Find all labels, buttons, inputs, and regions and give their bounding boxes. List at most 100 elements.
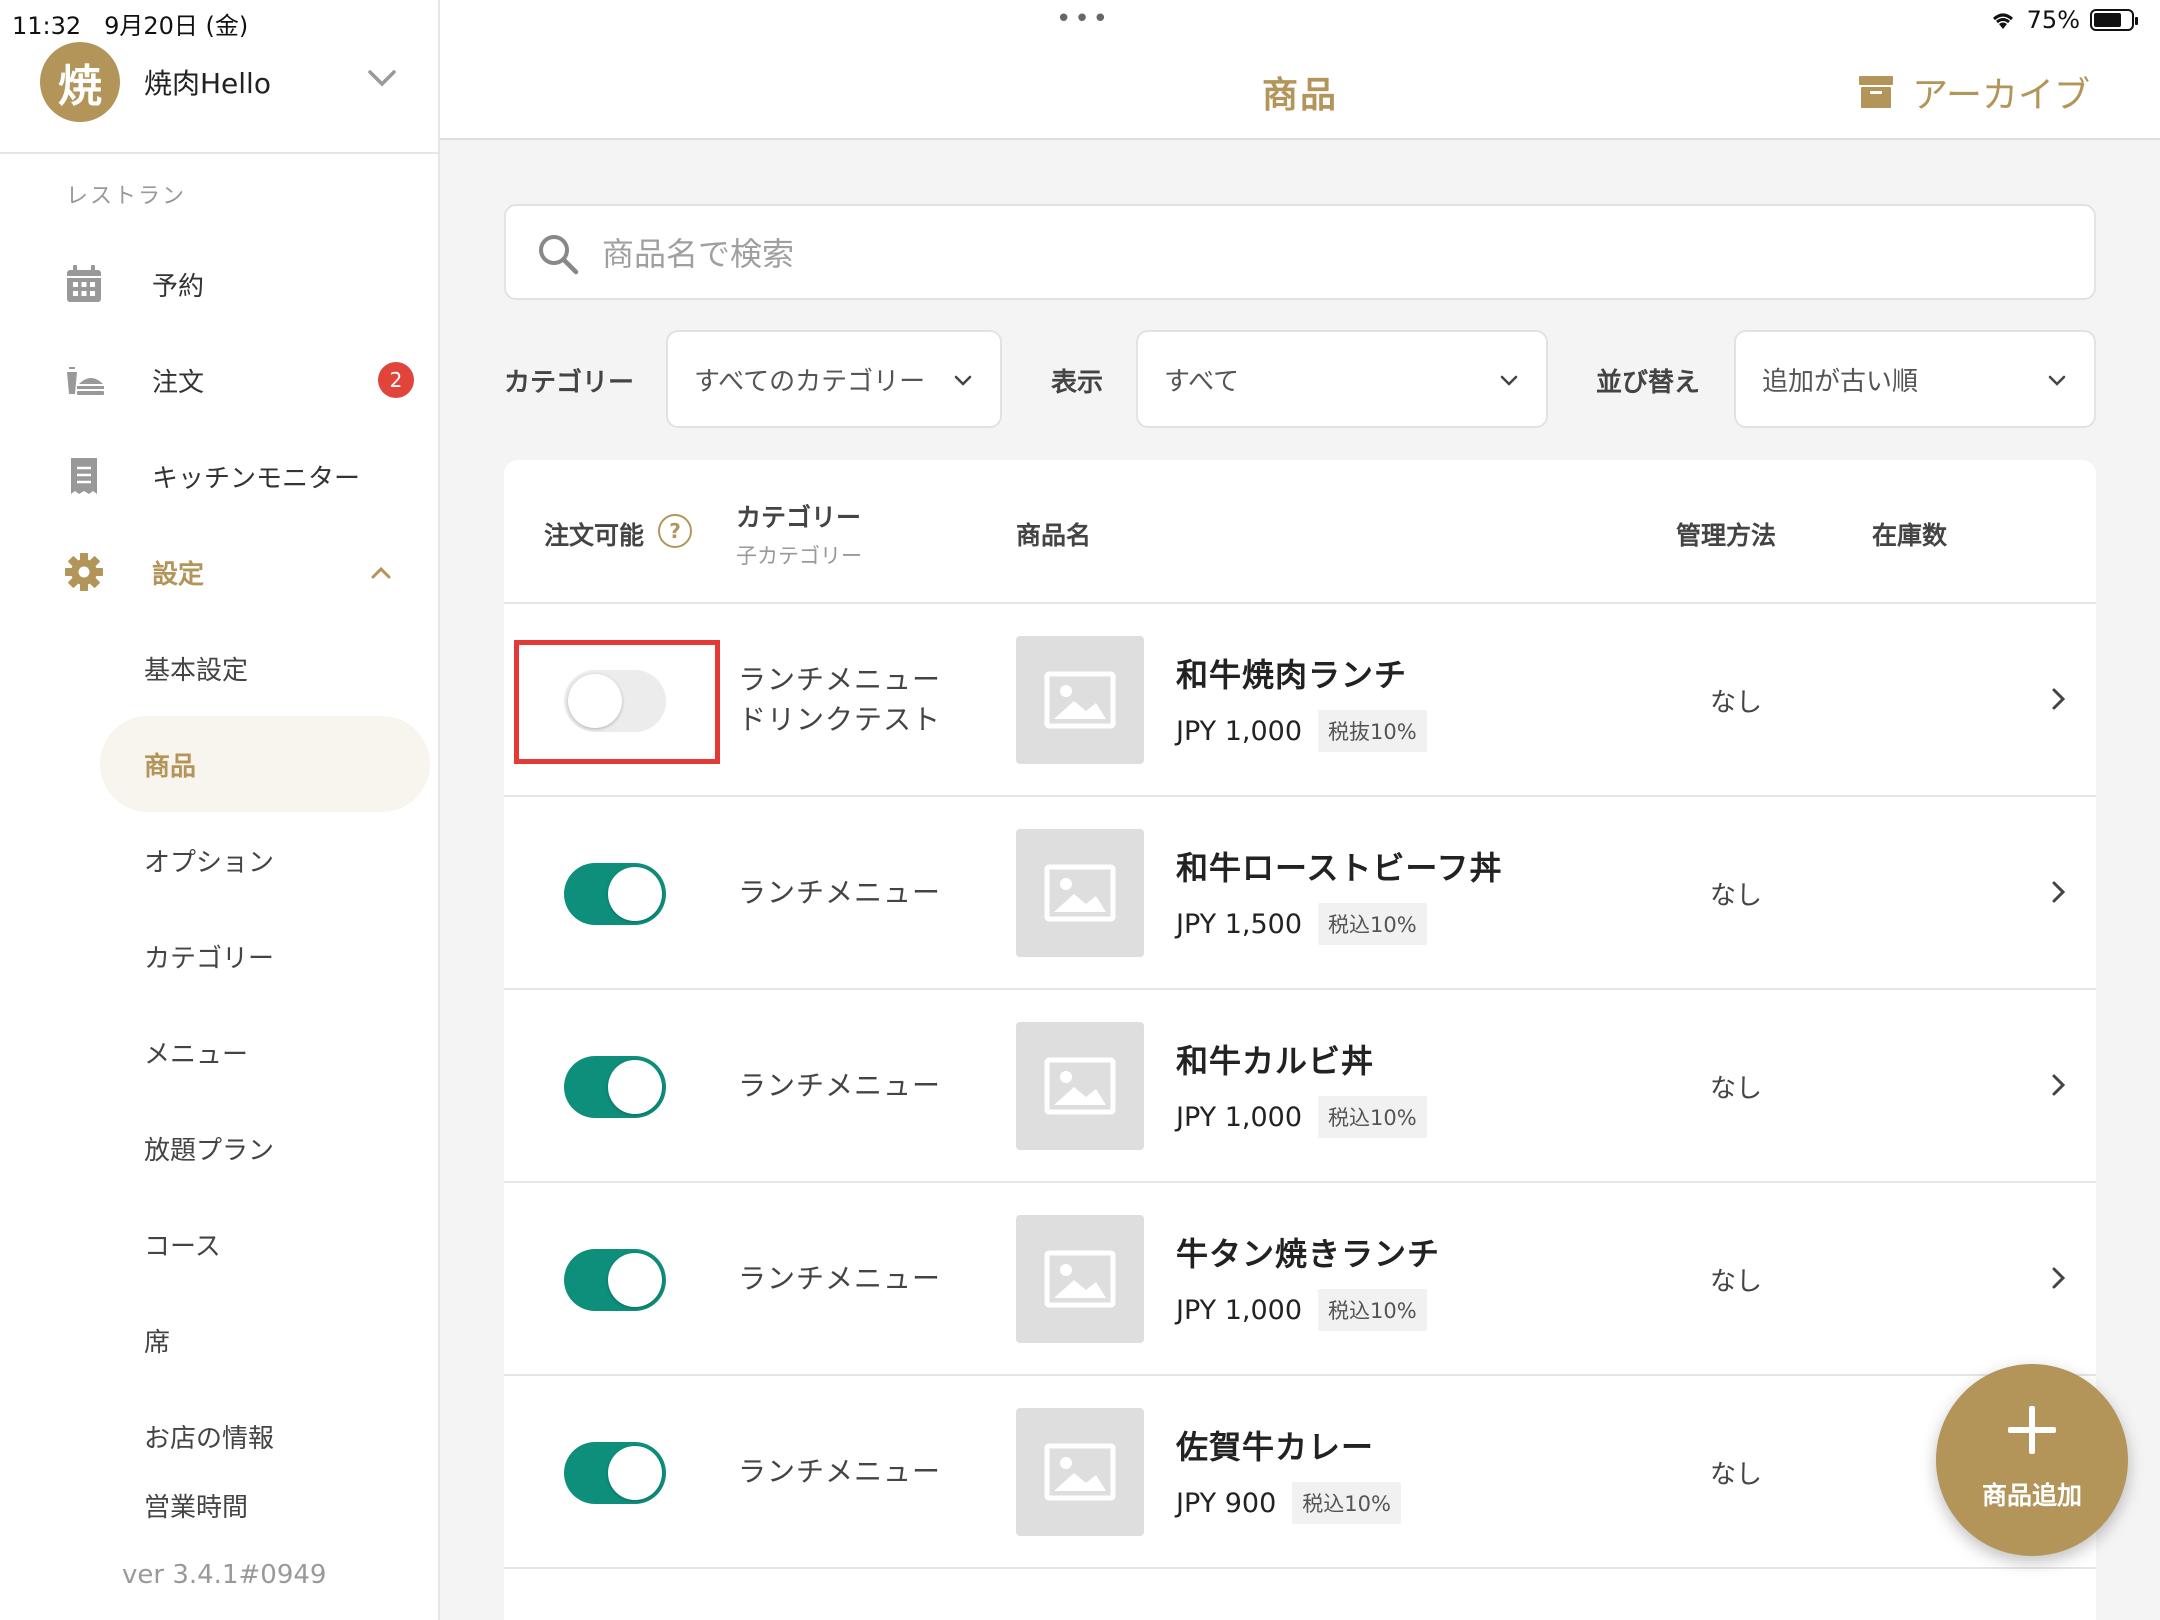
chevron-down-icon[interactable] <box>364 60 400 96</box>
product-name: 和牛ローストビーフ丼 <box>1176 849 1503 887</box>
search-bar <box>504 204 2096 300</box>
header-category: カテゴリー <box>736 503 862 532</box>
sidebar-item-kitchen-monitor[interactable]: キッチンモニター <box>0 436 440 516</box>
calendar-icon <box>62 262 106 306</box>
product-price: JPY 1,000 税抜10% <box>1176 710 1427 752</box>
chevron-right-icon[interactable] <box>2044 1070 2074 1100</box>
sidebar-item-label: 設定 <box>152 559 205 590</box>
display-select-value: すべて <box>1164 366 1240 397</box>
management-method: なし <box>1710 1267 1763 1297</box>
image-icon <box>1044 1443 1116 1501</box>
section-label: レストラン <box>66 184 187 209</box>
category-select-value: すべてのカテゴリー <box>694 366 926 397</box>
header-stock: 在庫数 <box>1872 521 1948 550</box>
row-category-name: ランチメニュー <box>738 1069 942 1102</box>
sidebar-subitem-all-you-can-plans[interactable]: 放題プラン <box>100 1100 430 1196</box>
image-icon <box>1044 1057 1116 1115</box>
sidebar-item-reservations[interactable]: 予約 <box>0 244 440 324</box>
battery-icon <box>2090 9 2138 31</box>
search-input[interactable] <box>602 226 2062 282</box>
sidebar-subitem-store-info[interactable]: お店の情報 <box>100 1388 430 1484</box>
row-category-name: ランチメニュー <box>738 876 942 909</box>
order-icon <box>62 358 106 402</box>
sidebar-item-label: 注文 <box>152 367 205 398</box>
category-filter-label: カテゴリー <box>504 368 635 398</box>
highlight-box <box>514 640 720 764</box>
sort-filter-label: 並び替え <box>1596 368 1701 398</box>
battery-percent: 75% <box>2026 6 2080 34</box>
avatar: 焼 <box>40 42 120 122</box>
tax-badge: 税込10% <box>1292 1482 1401 1524</box>
header-available: 注文可能 <box>544 521 645 550</box>
header-product-name: 商品名 <box>1016 521 1092 550</box>
sidebar-subitem-seats[interactable]: 席 <box>100 1292 430 1388</box>
sidebar-subitem-categories[interactable]: カテゴリー <box>100 908 430 1004</box>
product-price: JPY 900 税込10% <box>1176 1482 1401 1524</box>
search-icon <box>539 235 579 275</box>
chevron-down-icon <box>954 375 972 386</box>
image-icon <box>1044 864 1116 922</box>
help-icon[interactable]: ? <box>658 514 692 548</box>
table-row[interactable]: ランチメニュー ドリンクテスト 和牛焼肉ランチ JPY 1,000 税抜10% … <box>504 604 2096 797</box>
table-row-partial[interactable] <box>504 1600 2096 1620</box>
product-name: 牛タン焼きランチ <box>1176 1235 1441 1273</box>
tax-badge: 税込10% <box>1318 1096 1427 1138</box>
multitasking-dots-icon[interactable]: ••• <box>1056 4 1111 34</box>
chevron-up-icon[interactable] <box>368 560 394 586</box>
table-row[interactable]: ランチメニュー 和牛ローストビーフ丼 JPY 1,500 税込10% なし <box>504 797 2096 990</box>
row-category: ランチメニュー <box>738 1066 941 1106</box>
account-switcher[interactable]: 焼 焼肉Hello <box>0 40 440 154</box>
sidebar-subitem-products[interactable]: 商品 <box>100 716 430 812</box>
sidebar-subitem-options[interactable]: オプション <box>100 812 430 908</box>
product-price: JPY 1,000 税込10% <box>1176 1096 1427 1138</box>
sort-select[interactable]: 追加が古い順 <box>1734 330 2096 428</box>
sidebar-item-settings[interactable]: 設定 <box>0 532 440 612</box>
plus-icon <box>2008 1406 2056 1454</box>
table-row[interactable]: ランチメニュー 牛タン焼きランチ JPY 1,000 税込10% なし <box>504 1183 2096 1376</box>
display-select[interactable]: すべて <box>1136 330 1548 428</box>
tax-badge: 税込10% <box>1318 1289 1427 1331</box>
category-select[interactable]: すべてのカテゴリー <box>666 330 1002 428</box>
sidebar-subitem-basic-settings[interactable]: 基本設定 <box>100 620 430 716</box>
product-image-placeholder <box>1016 1215 1144 1343</box>
sidebar-item-orders[interactable]: 注文 2 <box>0 340 440 420</box>
row-category: ランチメニュー ドリンクテスト <box>738 660 941 740</box>
status-time-date: 11:32 9月20日 (金) <box>12 12 249 40</box>
sidebar-subitem-courses[interactable]: コース <box>100 1196 430 1292</box>
sort-select-value: 追加が古い順 <box>1762 366 1919 397</box>
chevron-right-icon[interactable] <box>2044 1263 2074 1293</box>
archive-button[interactable]: アーカイブ <box>1858 66 2090 118</box>
table-row[interactable]: ランチメニュー 佐賀牛カレー JPY 900 税込10% なし <box>504 1376 2096 1569</box>
archive-label: アーカイブ <box>1912 75 2090 116</box>
add-product-button[interactable]: 商品追加 <box>1936 1364 2128 1556</box>
price-amount: JPY 1,000 <box>1176 715 1303 747</box>
order-count-badge: 2 <box>378 362 414 398</box>
availability-toggle[interactable] <box>564 1056 666 1118</box>
sidebar-subitem-menus[interactable]: メニュー <box>100 1004 430 1100</box>
row-category: ランチメニュー <box>738 873 941 913</box>
price-amount: JPY 1,000 <box>1176 1101 1303 1133</box>
chevron-right-icon[interactable] <box>2044 684 2074 714</box>
status-bar: 11:32 9月20日 (金) ••• 75% <box>0 0 2160 40</box>
availability-toggle[interactable] <box>564 1442 666 1504</box>
archive-box-icon <box>1859 76 1894 108</box>
chevron-right-icon[interactable] <box>2044 877 2074 907</box>
product-image-placeholder <box>1016 1022 1144 1150</box>
row-subcategory-name: ドリンクテスト <box>738 703 942 736</box>
product-image-placeholder <box>1016 1408 1144 1536</box>
sidebar: 焼 焼肉Hello レストラン 予約 注文 2 キッチンモニター 設定 基本設定… <box>0 0 440 1620</box>
price-amount: JPY 900 <box>1176 1487 1277 1519</box>
tax-badge: 税抜10% <box>1318 710 1427 752</box>
row-category: ランチメニュー <box>738 1259 941 1299</box>
products-table: 注文可能 ? カテゴリー 子カテゴリー 商品名 管理方法 在庫数 ランチメニュー… <box>504 460 2096 1620</box>
availability-toggle[interactable] <box>564 1249 666 1311</box>
table-row[interactable]: ランチメニュー 和牛カルビ丼 JPY 1,000 税込10% なし <box>504 990 2096 1183</box>
sidebar-subitem-business-hours[interactable]: 営業時間 <box>100 1484 430 1524</box>
management-method: なし <box>1710 1074 1763 1104</box>
product-name: 和牛カルビ丼 <box>1176 1042 1375 1080</box>
availability-toggle[interactable] <box>564 863 666 925</box>
header-subcategory: 子カテゴリー <box>736 544 862 568</box>
management-method: なし <box>1710 1460 1763 1490</box>
price-amount: JPY 1,500 <box>1176 908 1303 940</box>
gear-icon <box>62 550 106 594</box>
